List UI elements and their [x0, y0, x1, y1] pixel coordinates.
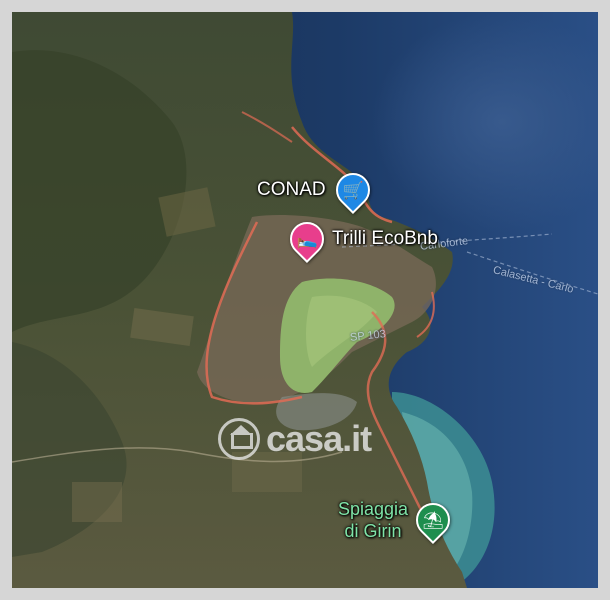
- house-logo-icon: [218, 418, 260, 460]
- bed-icon: 🛌: [296, 229, 318, 249]
- pin-conad-marker[interactable]: 🛒: [328, 165, 377, 215]
- watermark-text: casa.it: [266, 418, 372, 459]
- pin-spiaggia-label-line2: di Girin: [344, 521, 402, 541]
- terrain-layer: [12, 12, 598, 588]
- screenshot-frame: Carloforte Calasetta - Carlo SP 103 CONA…: [0, 0, 610, 600]
- pin-conad-label: CONAD: [257, 179, 326, 200]
- pin-spiaggia-di-girin[interactable]: Spiaggia di Girin ⛱: [338, 495, 458, 545]
- beach-umbrella-icon: ⛱: [422, 510, 444, 530]
- shopping-cart-icon: 🛒: [342, 180, 364, 200]
- pin-trilli-label: Trilli EcoBnb: [332, 228, 438, 249]
- pin-spiaggia-label: Spiaggia di Girin: [338, 498, 408, 542]
- casa-it-watermark: casa.it: [218, 418, 372, 460]
- pin-spiaggia-marker[interactable]: ⛱: [409, 495, 458, 545]
- pin-trilli-marker[interactable]: 🛌: [282, 214, 332, 264]
- pin-conad[interactable]: CONAD 🛒: [257, 165, 377, 215]
- satellite-map[interactable]: Carloforte Calasetta - Carlo SP 103 CONA…: [12, 12, 598, 588]
- pin-trilli-ecobnb[interactable]: 🛌 Trilli EcoBnb: [282, 214, 438, 264]
- pin-spiaggia-label-line1: Spiaggia: [338, 499, 409, 519]
